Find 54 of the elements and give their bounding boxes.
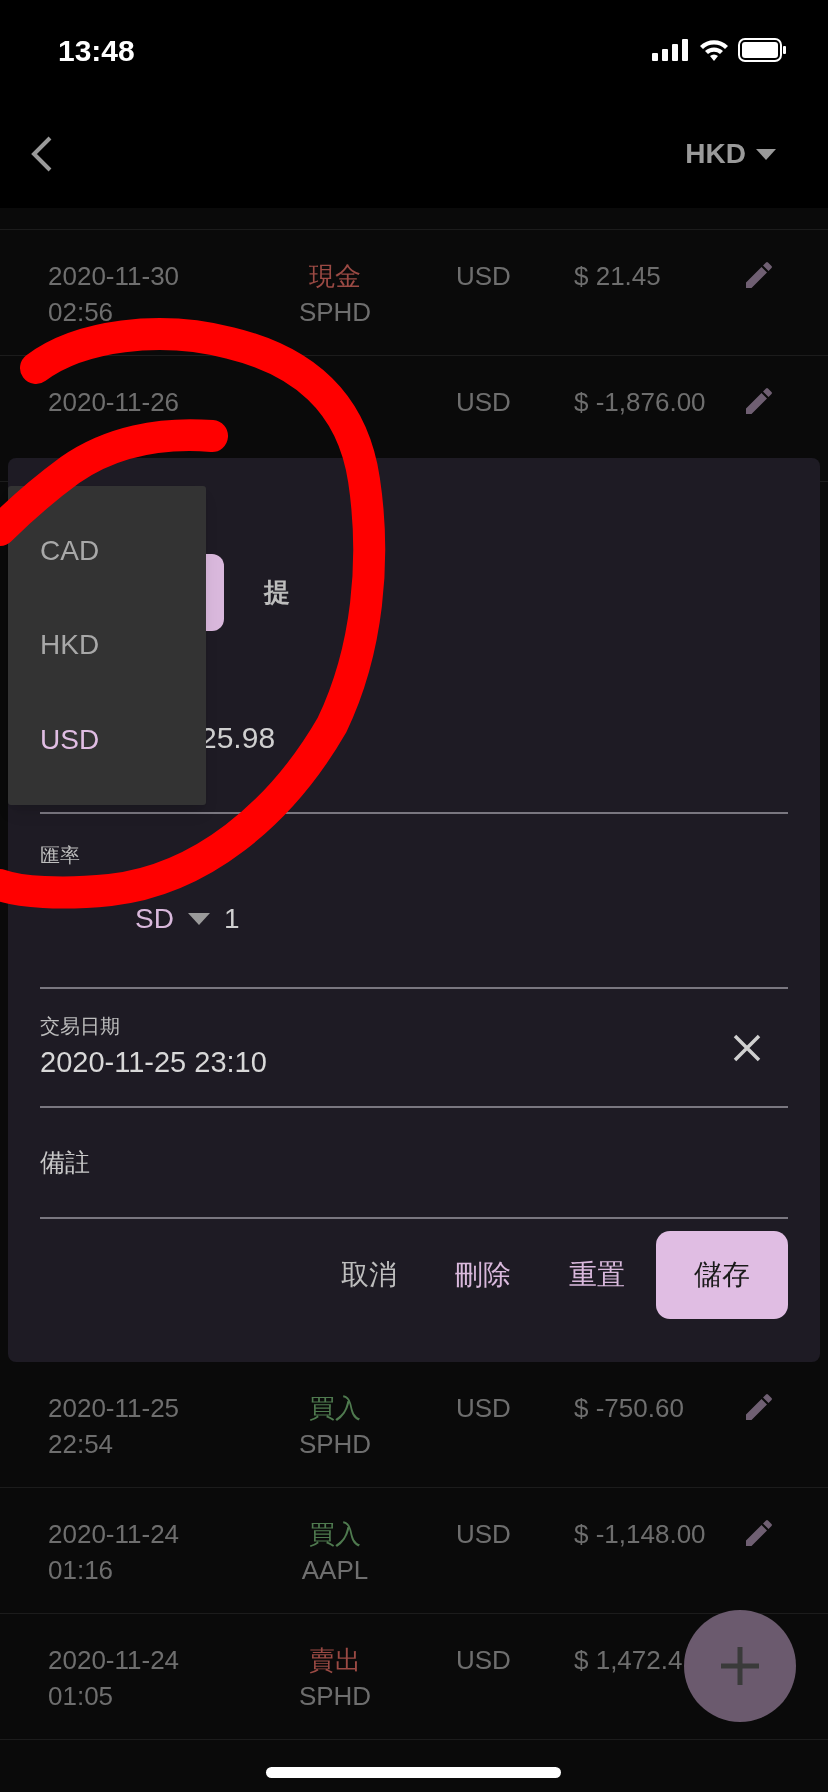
currency-selector[interactable]: HKD xyxy=(685,133,776,175)
time-text: 02:56 xyxy=(48,296,114,329)
amount-text: $ -1,876.00 xyxy=(574,386,707,419)
memo-field[interactable]: 備註 xyxy=(40,1143,90,1182)
currency-text: USD xyxy=(456,260,512,293)
currency-text: USD xyxy=(456,1518,512,1551)
dialog-button[interactable]: 取消 xyxy=(312,1231,426,1319)
type-text: 賣出 xyxy=(309,1644,361,1677)
caret-icon[interactable] xyxy=(756,148,776,160)
pencil-icon[interactable] xyxy=(746,388,772,414)
pencil-icon[interactable] xyxy=(746,1520,772,1546)
field-label: 匯率 xyxy=(40,843,80,868)
date-text: 2020-11-25 xyxy=(48,1392,180,1425)
symbol-text: AAPL xyxy=(301,1554,369,1587)
date-text: 2020-11-30 xyxy=(48,260,180,293)
symbol-text: SPHD xyxy=(298,296,372,329)
time-text: 01:16 xyxy=(48,1554,114,1587)
field-label: 交易日期 xyxy=(40,1013,120,1039)
currency-text: USD xyxy=(456,386,512,419)
symbol-text: SPHD xyxy=(298,1680,372,1713)
tab[interactable]: 提 xyxy=(224,554,374,631)
currency-text: USD xyxy=(456,1644,512,1677)
time-text: 22:54 xyxy=(48,1428,114,1461)
amount-text: $ -1,148.00 xyxy=(574,1518,707,1551)
wifi-icon xyxy=(698,38,730,62)
date-text: 2020-11-24 xyxy=(48,1518,180,1551)
dropdown-icon[interactable] xyxy=(187,913,210,925)
date-value[interactable]: 2020-11-25 23:10 xyxy=(40,1040,267,1085)
status-time: 13:48 xyxy=(58,32,135,69)
dialog-button[interactable]: 重置 xyxy=(540,1231,654,1319)
pencil-icon[interactable] xyxy=(746,262,772,288)
dialog-button[interactable]: 刪除 xyxy=(426,1231,540,1319)
amount-text: $ 21.45 xyxy=(574,260,662,293)
date-text: 2020-11-24 xyxy=(48,1644,180,1677)
pencil-icon[interactable] xyxy=(746,1394,772,1420)
type-text: 買入 xyxy=(309,1392,361,1425)
time-text: 01:05 xyxy=(48,1680,114,1713)
plus-icon xyxy=(719,1645,761,1687)
amount-text: $ -750.60 xyxy=(574,1392,685,1425)
save-button[interactable]: 儲存 xyxy=(656,1231,788,1319)
date-text: 2020-11-26 xyxy=(48,386,180,419)
battery-icon xyxy=(738,38,788,62)
menu-item[interactable]: USD xyxy=(8,692,206,787)
type-text: 現金 xyxy=(309,260,361,293)
menu-item[interactable]: HKD xyxy=(8,598,206,693)
amount-text: $ 1,472.4 xyxy=(574,1644,684,1677)
currency-text: USD xyxy=(456,1392,512,1425)
rate-value: 1 xyxy=(223,902,240,936)
currency-value[interactable]: SD xyxy=(135,898,174,940)
close-icon[interactable] xyxy=(732,1032,762,1063)
signal-icon xyxy=(652,39,690,61)
type-text: 買入 xyxy=(309,1518,361,1551)
menu-item[interactable]: CAD xyxy=(8,504,206,599)
symbol-text: SPHD xyxy=(298,1428,372,1461)
